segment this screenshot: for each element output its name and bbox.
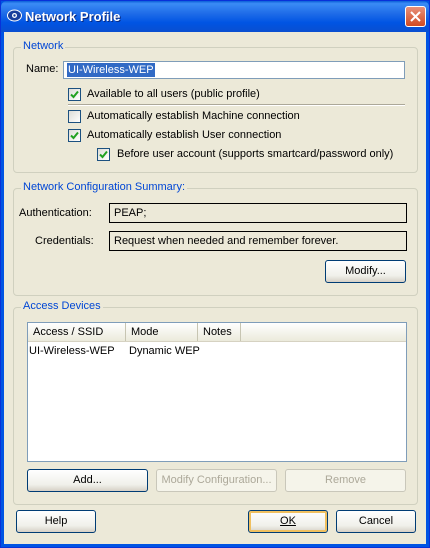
name-label: Name: <box>26 63 59 75</box>
ok-button[interactable]: OK <box>248 510 328 533</box>
access-devices-list[interactable]: Access / SSID Mode Notes UI-Wireless-WEP… <box>27 322 407 462</box>
authentication-label: Authentication: <box>19 207 92 219</box>
checkmark-icon <box>70 90 79 99</box>
column-access-ssid[interactable]: Access / SSID <box>28 323 126 341</box>
available-all-users-label: Available to all users (public profile) <box>87 88 260 100</box>
close-icon <box>410 11 421 22</box>
available-all-users-checkbox[interactable] <box>68 88 81 101</box>
row-mode: Dynamic WEP <box>129 345 200 357</box>
list-header: Access / SSID Mode Notes <box>28 323 406 342</box>
auto-user-checkbox[interactable] <box>68 129 81 142</box>
name-input-value: UI-Wireless-WEP <box>67 63 155 77</box>
row-ssid: UI-Wireless-WEP <box>29 345 115 357</box>
access-devices-group: Access Devices Access / SSID Mode Notes … <box>13 300 418 505</box>
checkmark-icon <box>70 131 79 140</box>
title-bar[interactable]: Network Profile <box>1 1 429 32</box>
auto-machine-label: Automatically establish Machine connecti… <box>87 110 300 122</box>
column-notes[interactable]: Notes <box>198 323 241 341</box>
network-profile-icon <box>7 9 22 22</box>
modify-configuration-button[interactable]: Modify Configuration... <box>156 469 277 492</box>
before-user-account-label: Before user account (supports smartcard/… <box>117 148 394 160</box>
checkmark-icon <box>99 150 108 159</box>
name-input[interactable]: UI-Wireless-WEP <box>63 61 405 79</box>
network-group: Network Name: UI-Wireless-WEP Available … <box>13 40 418 173</box>
authentication-value: PEAP; <box>109 203 407 223</box>
close-button[interactable] <box>405 6 426 27</box>
network-profile-window: Network Profile Network Name: UI-Wireles… <box>0 0 430 548</box>
add-button[interactable]: Add... <box>27 469 148 492</box>
window-title: Network Profile <box>25 9 121 24</box>
summary-group: Network Configuration Summary: Authentic… <box>13 181 418 296</box>
modify-button[interactable]: Modify... <box>325 260 406 283</box>
dialog-client-area: Network Name: UI-Wireless-WEP Available … <box>4 32 426 544</box>
before-user-account-checkbox[interactable] <box>97 148 110 161</box>
separator <box>68 104 405 106</box>
network-group-title: Network <box>21 40 66 52</box>
remove-button[interactable]: Remove <box>285 469 406 492</box>
credentials-value: Request when needed and remember forever… <box>109 231 407 251</box>
credentials-label: Credentials: <box>35 235 94 247</box>
cancel-button[interactable]: Cancel <box>336 510 416 533</box>
auto-user-label: Automatically establish User connection <box>87 129 282 141</box>
summary-group-title: Network Configuration Summary: <box>21 181 188 193</box>
help-button[interactable]: Help <box>16 510 96 533</box>
column-mode[interactable]: Mode <box>126 323 198 341</box>
auto-machine-checkbox[interactable] <box>68 110 81 123</box>
access-devices-group-title: Access Devices <box>21 300 103 312</box>
